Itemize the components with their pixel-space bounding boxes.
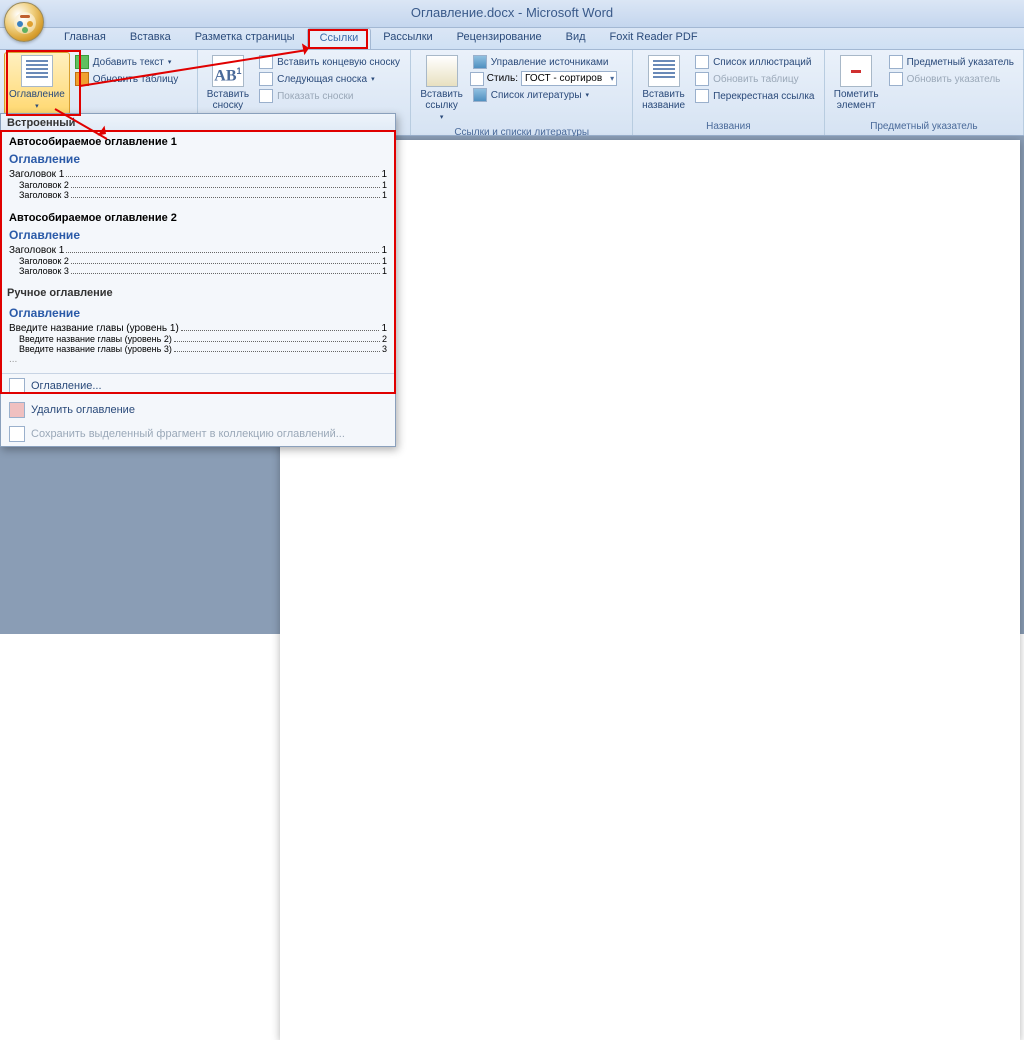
insert-index-button[interactable]: Предметный указатель	[886, 54, 1017, 70]
bibliography-icon	[473, 88, 487, 102]
toc-row: Заголовок 31	[9, 190, 387, 200]
group-label-index: Предметный указатель	[829, 120, 1019, 133]
title-bar: Оглавление.docx - Microsoft Word	[0, 0, 1024, 28]
toc-row: Введите название главы (уровень 2)2	[9, 334, 387, 344]
figure-list-icon	[695, 55, 709, 69]
tab-layout[interactable]: Разметка страницы	[183, 28, 307, 49]
toc-row: Заголовок 21	[9, 256, 387, 266]
footnote-icon: AB1	[212, 55, 244, 87]
insert-citation-button[interactable]: Вставить ссылку▾	[415, 52, 467, 126]
toc-row: Введите название главы (уровень 1)1	[9, 323, 387, 334]
tab-home[interactable]: Главная	[52, 28, 118, 49]
tab-references[interactable]: Ссылки	[307, 28, 372, 49]
update-index-icon	[889, 72, 903, 86]
gallery-item-auto1[interactable]: Автособираемое оглавление 1 Оглавление З…	[1, 132, 395, 208]
index-icon	[889, 55, 903, 69]
update-table-button[interactable]: Обновить таблицу	[72, 71, 182, 87]
custom-toc-icon	[9, 378, 25, 394]
bibliography-button[interactable]: Список литературы ▾	[470, 87, 617, 103]
mark-entry-button[interactable]: Пометить элемент	[829, 52, 884, 114]
custom-toc-button[interactable]: Оглавление...	[1, 374, 395, 398]
mark-entry-icon	[840, 55, 872, 87]
tab-view[interactable]: Вид	[554, 28, 598, 49]
tab-insert[interactable]: Вставка	[118, 28, 183, 49]
group-label-captions: Названия	[637, 120, 820, 133]
show-notes-icon	[259, 89, 273, 103]
caption-icon	[648, 55, 680, 87]
show-notes-button: Показать сноски	[256, 88, 403, 104]
toc-gallery: Встроенный Автособираемое оглавление 1 О…	[0, 113, 396, 447]
sources-icon	[473, 55, 487, 69]
cross-ref-icon	[695, 89, 709, 103]
refresh-icon	[75, 72, 89, 86]
update-captions-icon	[695, 72, 709, 86]
plus-icon	[75, 55, 89, 69]
citation-style-value[interactable]: ГОСТ - сортиров	[521, 71, 617, 86]
tab-review[interactable]: Рецензирование	[445, 28, 554, 49]
gallery-item-auto2[interactable]: Автособираемое оглавление 2 Оглавление З…	[1, 208, 395, 284]
remove-toc-icon	[9, 402, 25, 418]
add-text-button[interactable]: Добавить текст ▾	[72, 54, 182, 70]
citation-style-combo[interactable]: Стиль: ГОСТ - сортиров	[470, 71, 617, 86]
next-footnote-button[interactable]: Следующая сноска ▾	[256, 71, 403, 87]
toc-button[interactable]: Оглавление▾	[4, 52, 70, 115]
insert-caption-button[interactable]: Вставить название	[637, 52, 690, 114]
tab-mailings[interactable]: Рассылки	[371, 28, 444, 49]
citation-icon	[426, 55, 458, 87]
toc-icon	[21, 55, 53, 87]
office-button[interactable]	[4, 2, 44, 42]
save-toc-icon	[9, 426, 25, 442]
toc-row: Заголовок 11	[9, 245, 387, 256]
gallery-section-builtin: Встроенный	[1, 114, 395, 132]
insert-footnote-button[interactable]: AB1 Вставить сноску	[202, 52, 254, 114]
figure-list-button[interactable]: Список иллюстраций	[692, 54, 817, 70]
toc-button-label: Оглавление	[9, 89, 65, 100]
save-toc-button: Сохранить выделенный фрагмент в коллекци…	[1, 422, 395, 446]
update-index-button: Обновить указатель	[886, 71, 1017, 87]
ribbon-tabs: Главная Вставка Разметка страницы Ссылки…	[0, 28, 1024, 50]
gallery-item-manual-name: Ручное оглавление	[1, 284, 395, 302]
manage-sources-button[interactable]: Управление источниками	[470, 54, 617, 70]
gallery-item-manual[interactable]: Оглавление Введите название главы (урове…	[1, 302, 395, 373]
update-captions-button: Обновить таблицу	[692, 71, 817, 87]
toc-row: Заголовок 31	[9, 266, 387, 276]
tab-foxit[interactable]: Foxit Reader PDF	[598, 28, 710, 49]
insert-endnote-button[interactable]: Вставить концевую сноску	[256, 54, 403, 70]
window-title: Оглавление.docx - Microsoft Word	[0, 5, 1024, 20]
endnote-icon	[259, 55, 273, 69]
cross-ref-button[interactable]: Перекрестная ссылка	[692, 88, 817, 104]
style-icon	[470, 72, 484, 86]
toc-row: Введите название главы (уровень 3)3	[9, 344, 387, 354]
next-footnote-icon	[259, 72, 273, 86]
toc-row: Заголовок 21	[9, 180, 387, 190]
remove-toc-button[interactable]: Удалить оглавление	[1, 398, 395, 422]
toc-row: Заголовок 11	[9, 169, 387, 180]
